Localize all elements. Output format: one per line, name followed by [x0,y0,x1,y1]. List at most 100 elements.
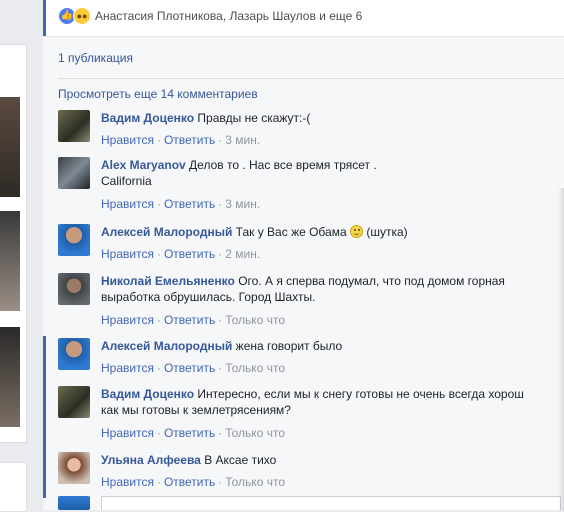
avatar[interactable] [58,273,90,305]
separator: · [218,133,223,147]
comment-text: Делов то . Нас все время трясет . [189,158,377,172]
comment-time[interactable]: Только что [225,426,285,440]
comment-actions: Нравится · Ответить · 2 мин. [101,247,260,261]
like-button[interactable]: Нравится [101,361,154,375]
comment-text: В Аксае тихо [204,453,277,467]
left-card [0,462,27,512]
smiley-icon [349,225,363,238]
comment-body: Алексей Малородный жена говорит было [101,338,564,354]
comment-time[interactable]: 3 мин. [225,197,260,211]
comment-author[interactable]: Алексей Малородный [101,339,232,353]
left-photo[interactable] [0,97,20,197]
comment: Николай Емельяненко Ого. А я сперва поду… [58,273,564,331]
comment: Алексей Малородный жена говорит было Нра… [58,338,564,378]
comment-actions: Нравится · Ответить · Только что [101,361,285,375]
shares-link[interactable]: 1 публикация [58,51,133,65]
comment-text: жена говорит было [235,339,343,353]
comment-actions: Нравится · Ответить · Только что [101,426,285,440]
reply-button[interactable]: Ответить [164,133,215,147]
comment-actions: Нравится · Ответить · 3 мин. [101,133,260,147]
comment-text-line2: как мы готовы к землетрясениям? [101,403,291,417]
left-photo[interactable] [0,327,20,427]
comment: Алексей Малородный Так у Вас же Обама (ш… [58,224,564,264]
like-button[interactable]: Нравится [101,313,154,327]
wow-icon: ●● [73,7,91,25]
avatar[interactable] [58,338,90,370]
like-button[interactable]: Нравится [101,197,154,211]
separator: · [156,197,161,211]
reply-button[interactable]: Ответить [164,475,215,489]
comment-input[interactable] [101,496,561,510]
comment-author[interactable]: Николай Емельяненко [101,274,235,288]
reply-button[interactable]: Ответить [164,313,215,327]
separator: · [156,426,161,440]
like-button[interactable]: Нравится [101,247,154,261]
scroll-shadow [558,188,564,510]
separator: · [218,361,223,375]
highlight-bar [43,0,46,36]
separator: · [218,313,223,327]
comment-body: Ульяна Алфеева В Аксае тихо [101,452,564,468]
comment-time[interactable]: Только что [225,313,285,327]
comment-body: Вадим Доценко Правды не скажут:-( [101,110,564,126]
reactions-row[interactable]: 👍 ●● Анастасия Плотникова, Лазарь Шаулов… [43,0,564,37]
like-button[interactable]: Нравится [101,133,154,147]
comment: Alex Maryanov Делов то . Нас все время т… [58,157,564,215]
left-feed-column [0,0,27,512]
like-button[interactable]: Нравится [101,426,154,440]
comment-text: Интересно, если мы к снегу готовы не оче… [197,387,524,401]
separator: · [218,197,223,211]
separator: · [156,133,161,147]
comment-text: Ого. А я сперва подумал, что под домом г… [238,274,505,288]
comment-actions: Нравится · Ответить · Только что [101,313,285,327]
comment-text: Правды не скажут:-( [197,111,311,125]
avatar[interactable] [58,386,90,418]
reply-button[interactable]: Ответить [164,197,215,211]
reply-button[interactable]: Ответить [164,426,215,440]
comment: Вадим Доценко Интересно, если мы к снегу… [58,386,564,444]
comment-author[interactable]: Алексей Малородный [101,225,232,239]
left-photo[interactable] [0,211,20,311]
like-button[interactable]: Нравится [101,475,154,489]
comment-time[interactable]: Только что [225,475,285,489]
comment-text-after: (шутка) [362,225,408,239]
separator: · [218,475,223,489]
comment-author[interactable]: Вадим Доценко [101,111,194,125]
separator: · [218,426,223,440]
comment-author[interactable]: Alex Maryanov [101,158,186,172]
avatar[interactable] [58,224,90,256]
comment-time[interactable]: 2 мин. [225,247,260,261]
comment-time[interactable]: 3 мин. [225,133,260,147]
comment-text-line2: California [101,174,152,188]
comment: Ульяна Алфеева В Аксае тихо Нравится · Отв… [58,452,564,492]
separator: · [218,247,223,261]
left-card-photos [0,92,27,443]
comment-actions: Нравится · Ответить · Только что [101,475,285,489]
reply-button[interactable]: Ответить [164,361,215,375]
comment-body: Вадим Доценко Интересно, если мы к снегу… [101,386,564,418]
reply-button[interactable]: Ответить [164,247,215,261]
separator: · [156,361,161,375]
avatar [58,496,90,510]
write-comment-row [58,496,564,510]
avatar[interactable] [58,452,90,484]
comment-body: Николай Емельяненко Ого. А я сперва поду… [101,273,564,305]
comment-text-line2: выработка обрушилась. Город Шахты. [101,290,316,304]
avatar[interactable] [58,110,90,142]
comment-body: Алексей Малородный Так у Вас же Обама (ш… [101,224,564,240]
comment-body: Alex Maryanov Делов то . Нас все время т… [101,157,564,189]
separator: · [156,313,161,327]
new-comments-bar [43,336,46,498]
comment-actions: Нравится · Ответить · 3 мин. [101,197,260,211]
comment-author[interactable]: Вадим Доценко [101,387,194,401]
comment-text: Так у Вас же Обама [235,225,347,239]
separator: · [156,475,161,489]
view-more-comments-link[interactable]: Просмотреть еще 14 комментариев [58,87,258,101]
reactions-summary[interactable]: Анастасия Плотникова, Лазарь Шаулов и ещ… [95,9,362,23]
comment-author[interactable]: Ульяна Алфеева [101,453,201,467]
separator: · [156,247,161,261]
comment-time[interactable]: Только что [225,361,285,375]
comments-panel: 👍 ●● Анастасия Плотникова, Лазарь Шаулов… [43,0,564,510]
avatar[interactable] [58,157,90,189]
comment: Вадим Доценко Правды не скажут:-( Нравит… [58,110,564,150]
